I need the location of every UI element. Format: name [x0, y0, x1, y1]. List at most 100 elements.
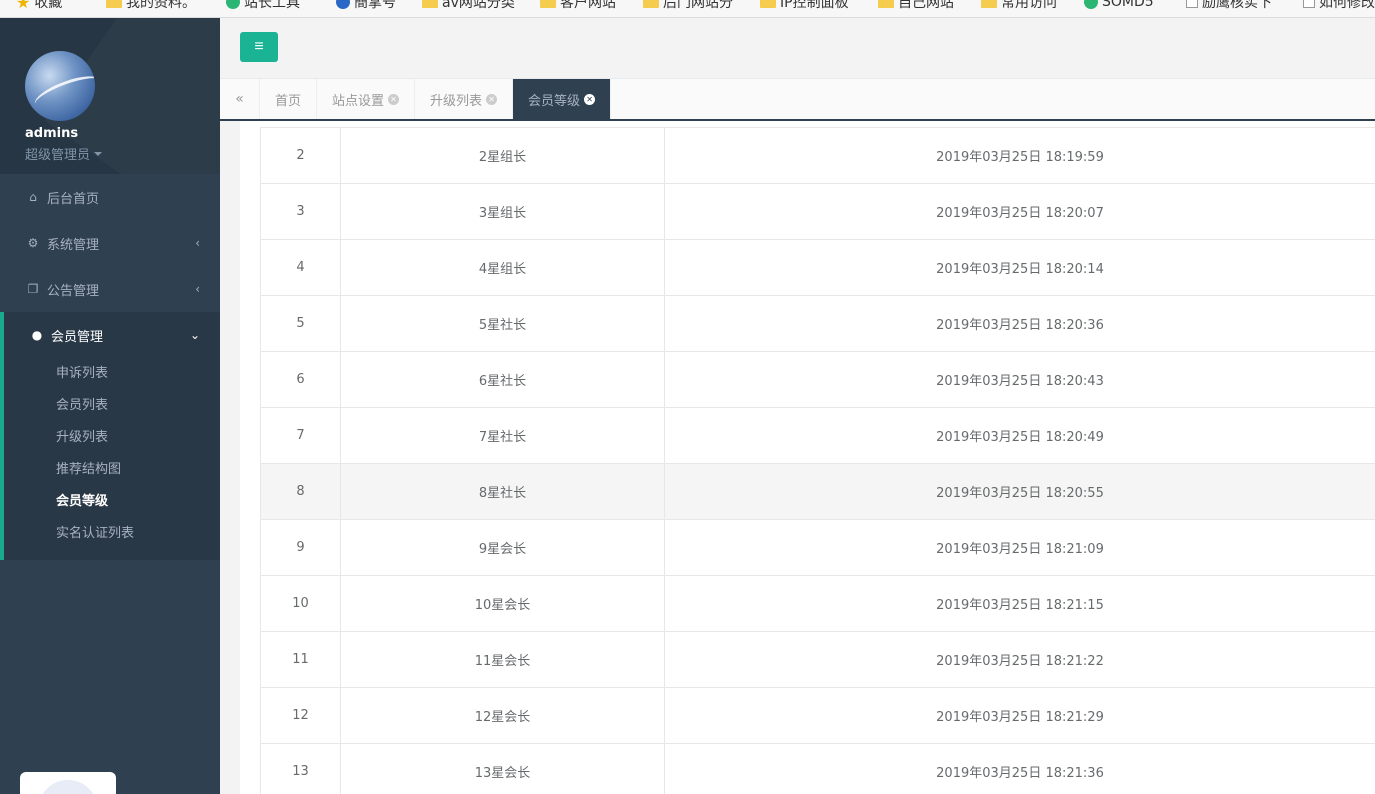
- bookmark-label: 簡掌号: [354, 0, 396, 11]
- table-row: 9 9星会长 2019年03月25日 18:21:09: [260, 519, 1375, 576]
- folder-icon: [422, 0, 438, 8]
- tab-label: 会员等级: [528, 93, 581, 109]
- folder-icon: [981, 0, 997, 8]
- bookmark-item[interactable]: 励鹰核实下: [1186, 0, 1272, 11]
- tab-upgrade-list[interactable]: 升级列表 ✕: [415, 79, 514, 119]
- level-name-cell: 11星会长: [340, 631, 665, 688]
- bookmark-item[interactable]: 常用访问: [981, 0, 1057, 11]
- sidebar-item-system[interactable]: ⚙ 系统管理 ‹: [0, 220, 220, 266]
- sidebar-item-announcements[interactable]: ❐ 公告管理 ‹: [0, 266, 220, 312]
- level-id-cell: 9: [260, 519, 341, 576]
- tool-icon: [226, 0, 240, 9]
- table-row: 8 8星社长 2019年03月25日 18:20:55: [260, 463, 1375, 520]
- level-name-cell: 4星组长: [340, 239, 665, 296]
- tab-home[interactable]: 首页: [260, 79, 318, 119]
- table-row: 11 11星会长 2019年03月25日 18:21:22: [260, 631, 1375, 688]
- created-time-cell: 2019年03月25日 18:21:15: [664, 575, 1375, 632]
- star-icon: ★: [16, 0, 31, 12]
- avatar[interactable]: [25, 51, 95, 121]
- checkbox-icon: [1186, 0, 1198, 8]
- bookmark-item[interactable]: SOMD5: [1084, 0, 1154, 11]
- somd5-icon: [1084, 0, 1098, 9]
- table-row: 4 4星组长 2019年03月25日 18:20:14: [260, 239, 1375, 296]
- created-time-cell: 2019年03月25日 18:20:36: [664, 295, 1375, 352]
- tab-label: 首页: [275, 93, 302, 109]
- bookmark-item[interactable]: 后门网站分: [643, 0, 733, 11]
- level-name-cell: 5星社长: [340, 295, 665, 352]
- created-time-cell: 2019年03月25日 18:20:07: [664, 183, 1375, 240]
- sidebar-item-label: 公告管理: [47, 283, 100, 299]
- double-chevron-left-icon: «: [235, 91, 244, 107]
- submenu-item-appeals[interactable]: 申诉列表: [4, 358, 220, 390]
- created-time-cell: 2019年03月25日 18:20:43: [664, 351, 1375, 408]
- chevron-left-icon: ‹: [195, 236, 200, 250]
- copy-icon: ❐: [27, 282, 39, 296]
- chevron-left-icon: ‹: [195, 282, 200, 296]
- level-id-cell: 4: [260, 239, 341, 296]
- created-time-cell: 2019年03月25日 18:19:59: [664, 127, 1375, 184]
- level-name-cell: 2星组长: [340, 127, 665, 184]
- level-id-cell: 10: [260, 575, 341, 632]
- bookmark-item[interactable]: av网站分类: [422, 0, 515, 11]
- created-time-cell: 2019年03月25日 18:21:22: [664, 631, 1375, 688]
- submenu-item-member-list[interactable]: 会员列表: [4, 390, 220, 422]
- level-id-cell: 11: [260, 631, 341, 688]
- bookmarks-bar: ★ 收藏 我的资料。 站长工具 簡掌号 av网站分类 客户网站 后门网站分 IP…: [0, 0, 1375, 18]
- sidebar-item-label: 后台首页: [47, 191, 100, 207]
- close-icon[interactable]: ✕: [486, 93, 498, 105]
- close-icon[interactable]: ✕: [388, 93, 400, 105]
- folder-icon: [643, 0, 659, 8]
- folder-icon: [106, 0, 122, 8]
- bookmark-label: 如何修改: [1319, 0, 1375, 11]
- sidebar-item-members[interactable]: ● 会员管理 ⌄: [0, 312, 220, 358]
- created-time-cell: 2019年03月25日 18:20:49: [664, 407, 1375, 464]
- gear-icon: ⚙: [27, 236, 39, 250]
- close-icon[interactable]: ✕: [584, 93, 596, 105]
- table-row: 13 13星会长 2019年03月25日 18:21:36: [260, 743, 1375, 794]
- tab-member-levels[interactable]: 会员等级 ✕: [513, 79, 612, 119]
- bookmark-item[interactable]: 站长工具: [226, 0, 300, 11]
- bookmark-item[interactable]: 如何修改: [1303, 0, 1375, 11]
- tab-label: 站点设置: [332, 93, 385, 109]
- bookmark-item[interactable]: 我的资料。: [106, 0, 196, 11]
- tabs-scroll-left-button[interactable]: «: [220, 79, 260, 119]
- bookmark-label: 自己网站: [898, 0, 954, 11]
- created-time-cell: 2019年03月25日 18:20:55: [664, 463, 1375, 520]
- level-name-cell: 7星社长: [340, 407, 665, 464]
- bookmark-label: 后门网站分: [663, 0, 733, 11]
- table-row: 2 2星组长 2019年03月25日 18:19:59: [260, 127, 1375, 184]
- submenu-item-verification-list[interactable]: 实名认证列表: [4, 518, 220, 550]
- table-row: 12 12星会长 2019年03月25日 18:21:29: [260, 687, 1375, 744]
- level-name-cell: 9星会长: [340, 519, 665, 576]
- bookmark-label: 客户网站: [560, 0, 616, 11]
- submenu-item-upgrade-list[interactable]: 升级列表: [4, 422, 220, 454]
- tab-site-settings[interactable]: 站点设置 ✕: [317, 79, 416, 119]
- level-id-cell: 5: [260, 295, 341, 352]
- bookmark-item[interactable]: 簡掌号: [336, 0, 396, 11]
- level-id-cell: 7: [260, 407, 341, 464]
- bookmark-item[interactable]: ★ 收藏: [16, 0, 62, 12]
- bookmark-item[interactable]: IP控制面板: [760, 0, 849, 11]
- menu-toggle-button[interactable]: ≡: [240, 32, 278, 62]
- page-tabs: « 首页 站点设置 ✕ 升级列表 ✕ 会员等级 ✕: [220, 79, 1375, 121]
- checkbox-icon: [1303, 0, 1315, 8]
- level-id-cell: 6: [260, 351, 341, 408]
- sidebar-nav: ⌂ 后台首页 ⚙ 系统管理 ‹ ❐ 公告管理 ‹ ● 会员管理 ⌄: [0, 174, 220, 358]
- caret-down-icon: [94, 151, 103, 156]
- sidebar-item-home[interactable]: ⌂ 后台首页: [0, 174, 220, 220]
- bookmark-item[interactable]: 客户网站: [540, 0, 616, 11]
- top-header: ≡: [220, 18, 1375, 79]
- table-row: 6 6星社长 2019年03月25日 18:20:43: [260, 351, 1375, 408]
- sidebar-item-label: 会员管理: [51, 329, 104, 345]
- submenu-item-referral-tree[interactable]: 推荐结构图: [4, 454, 220, 486]
- submenu-item-member-levels[interactable]: 会员等级: [4, 486, 220, 518]
- floating-widget[interactable]: [20, 772, 116, 794]
- main-content: 2 2星组长 2019年03月25日 18:19:59 3 3星组长 2019年…: [220, 121, 1375, 794]
- bookmark-label: 励鹰核实下: [1202, 0, 1272, 11]
- level-id-cell: 8: [260, 463, 341, 520]
- level-name-cell: 8星社长: [340, 463, 665, 520]
- level-name-cell: 3星组长: [340, 183, 665, 240]
- bookmark-item[interactable]: 自己网站: [878, 0, 954, 11]
- folder-icon: [760, 0, 776, 8]
- profile-role-dropdown[interactable]: 超级管理员: [25, 144, 103, 163]
